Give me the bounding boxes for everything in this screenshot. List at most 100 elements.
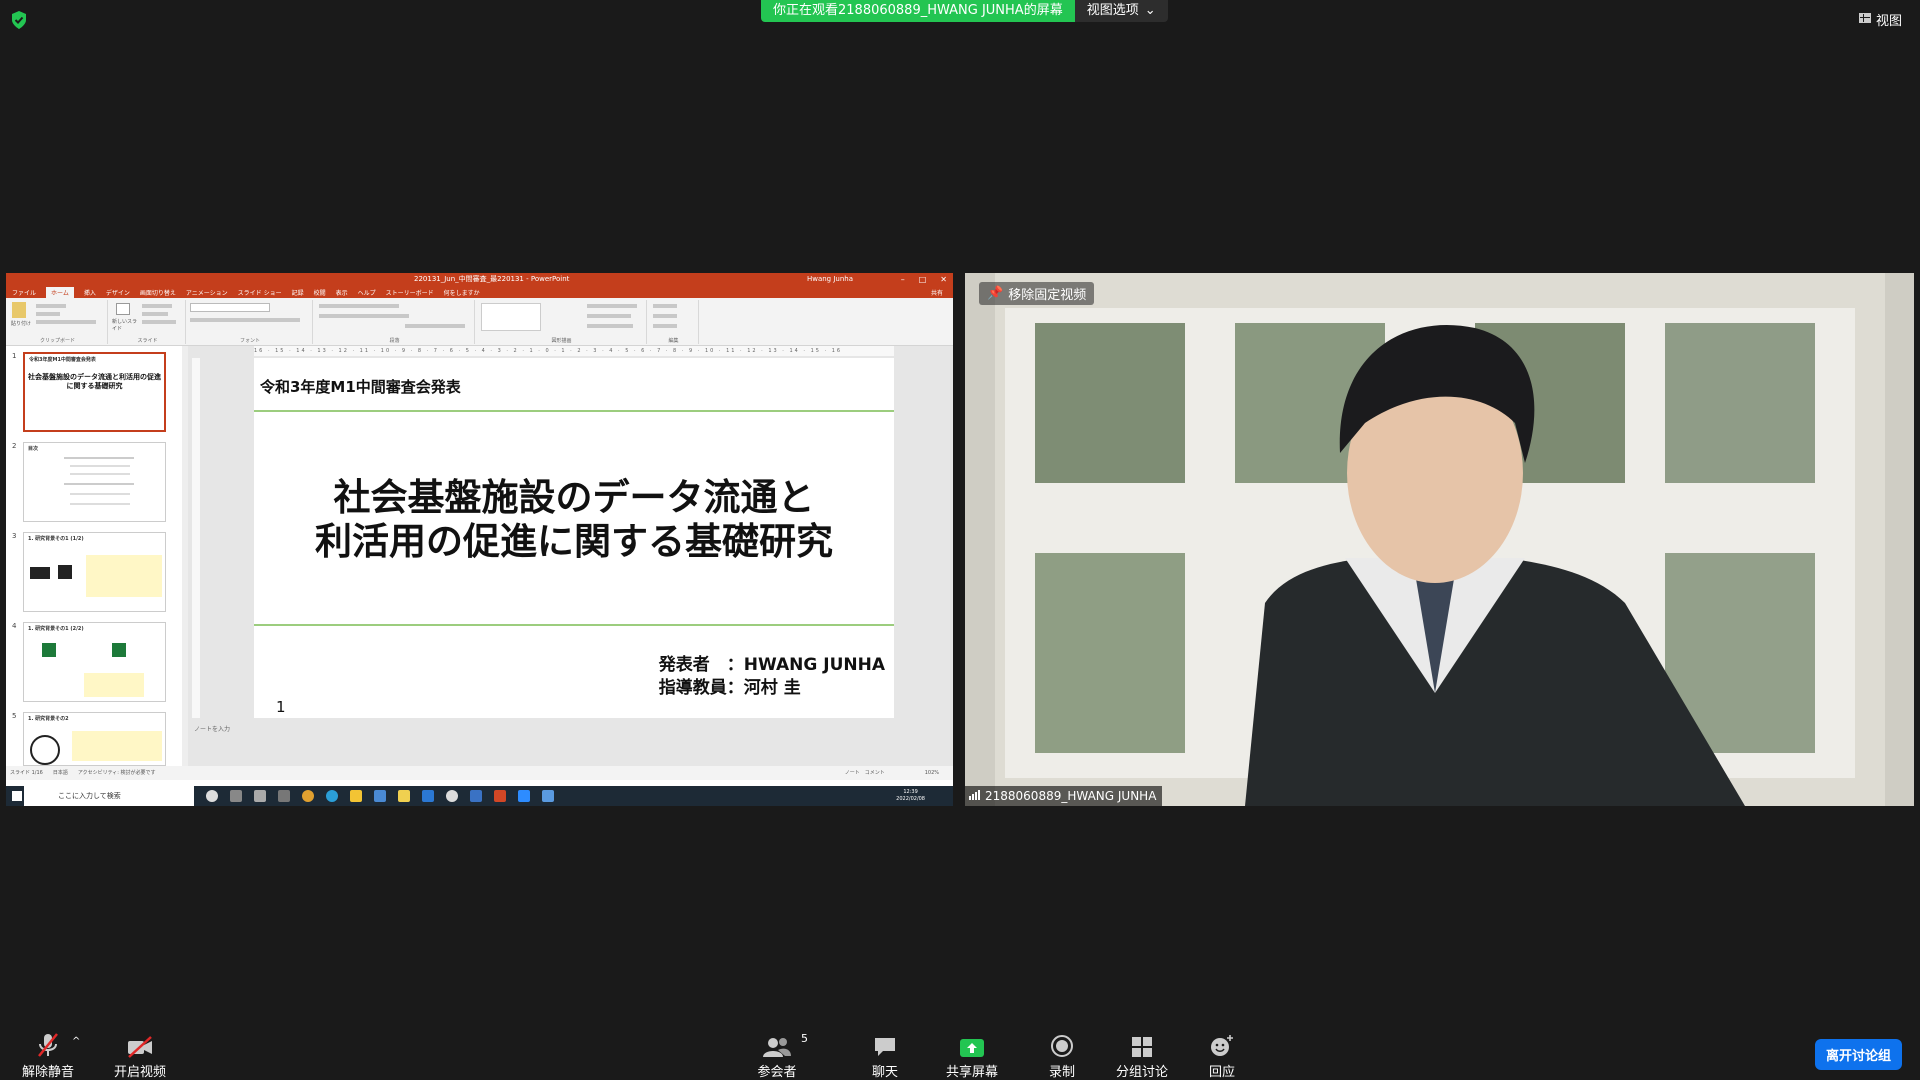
shared-screen[interactable]: 220131_Jun_中間審査_最220131 - PowerPoint Hwa…: [6, 273, 953, 806]
tab-home[interactable]: ホーム: [46, 286, 74, 298]
thumbnail-number: 5: [12, 712, 17, 720]
share-screen-button[interactable]: 共享屏幕: [942, 1032, 1002, 1080]
app-icon[interactable]: [542, 790, 554, 802]
slide-thumbnail-2[interactable]: 目次: [23, 442, 166, 522]
cortana-icon[interactable]: [206, 790, 218, 802]
tab-design[interactable]: デザイン: [106, 288, 130, 297]
record-icon: [1037, 1032, 1087, 1058]
new-slide-icon[interactable]: [116, 303, 130, 315]
windows-start-icon[interactable]: [12, 791, 22, 801]
thumbnail-scrollbar[interactable]: [182, 346, 188, 766]
taskbar-search-input[interactable]: ここに入力して検索: [24, 786, 194, 806]
mail-icon[interactable]: [422, 790, 434, 802]
pin-icon: 📌: [987, 286, 1004, 301]
slide-header: 令和3年度M1中間審査会発表: [260, 378, 461, 396]
video-off-icon: [110, 1032, 170, 1058]
tab-file[interactable]: ファイル: [12, 288, 36, 297]
ppt-user: Hwang Junha: [806, 275, 853, 283]
tab-insert[interactable]: 挿入: [84, 288, 96, 297]
sharing-banner: 你正在观看2188060889_HWANG JUNHA的屏幕 视图选项 ⌄: [761, 0, 1168, 22]
tab-view[interactable]: 表示: [336, 288, 348, 297]
view-options-button[interactable]: 视图选项 ⌄: [1074, 0, 1168, 22]
page-number: 1: [276, 698, 286, 716]
ppt-workspace: 1 令和3年度M1中間審査会発表 社会基盤施設のデータ流通と利活用の促進に関する…: [6, 346, 953, 766]
breakout-rooms-button[interactable]: 分组讨论: [1112, 1032, 1172, 1080]
terminal-icon[interactable]: [278, 790, 290, 802]
ribbon-label-font: フォント: [239, 338, 260, 344]
audio-options-button[interactable]: ^: [72, 1036, 80, 1047]
minimize-icon[interactable]: –: [901, 273, 905, 286]
globe-icon: [30, 735, 60, 765]
slide-thumbnail-5[interactable]: 1. 研究背景その2: [23, 712, 166, 766]
slide-title-line-1: 社会基盤施設のデータ流通と: [333, 476, 815, 519]
edge-icon[interactable]: [326, 790, 338, 802]
task-view-icon[interactable]: [230, 790, 242, 802]
app-icon[interactable]: [374, 790, 386, 802]
slide-thumbnail-pane: 1 令和3年度M1中間審査会発表 社会基盤施設のデータ流通と利活用の促進に関する…: [6, 346, 184, 766]
taskbar-clock: 12:39 2022/02/08: [896, 789, 925, 803]
chat-button[interactable]: 聊天: [860, 1032, 910, 1080]
tab-storyboard[interactable]: ストーリーボード: [386, 288, 434, 297]
reactions-label: 回应: [1208, 1065, 1235, 1080]
tab-help[interactable]: ヘルプ: [358, 288, 376, 297]
ribbon-label-editing: 編集: [668, 338, 679, 344]
thumbnail-number: 1: [12, 352, 17, 360]
participant-name-tag: 2188060889_HWANG JUNHA: [965, 786, 1163, 806]
ribbon-group-editing: 編集: [649, 300, 699, 344]
slide-canvas[interactable]: 令和3年度M1中間審査会発表 社会基盤施設のデータ流通と 利活用の促進に関する基…: [254, 358, 894, 718]
participants-button[interactable]: 5 参会者: [752, 1032, 808, 1080]
close-icon[interactable]: ✕: [940, 273, 947, 286]
thumbnail-title: 1. 研究背景その1 (2/2): [28, 626, 84, 632]
tab-review[interactable]: 校閲: [314, 288, 326, 297]
leave-breakout-button[interactable]: 离开讨论组: [1814, 1039, 1902, 1070]
tab-transitions[interactable]: 画面切り替え: [140, 288, 176, 297]
maximize-icon[interactable]: □: [919, 273, 927, 286]
reactions-button[interactable]: 回应: [1197, 1032, 1247, 1080]
tab-animations[interactable]: アニメーション: [186, 288, 228, 297]
share-button[interactable]: 共有: [931, 288, 943, 297]
settings-icon[interactable]: [254, 790, 266, 802]
clock-time: 12:39: [903, 789, 918, 795]
record-button[interactable]: 录制: [1037, 1032, 1087, 1080]
ribbon-group-drawing: 図形描画: [477, 300, 647, 344]
window-controls: – □ ✕: [901, 273, 947, 286]
zoom-window: 你正在观看2188060889_HWANG JUNHA的屏幕 视图选项 ⌄ 视图…: [0, 0, 1920, 1080]
unpin-video-button[interactable]: 📌 移除固定视频: [979, 282, 1095, 305]
explorer-icon[interactable]: [398, 790, 410, 802]
tell-me-box[interactable]: 何をしますか: [444, 288, 480, 297]
view-options-label: 视图选项: [1086, 3, 1139, 18]
start-video-button[interactable]: 开启视频: [110, 1032, 170, 1080]
view-button[interactable]: 视图: [1858, 10, 1902, 29]
new-slide-label: 新しいスライド: [112, 319, 138, 332]
browser-icon[interactable]: [446, 790, 458, 802]
slide-thumbnail-4[interactable]: 1. 研究背景その1 (2/2): [23, 622, 166, 702]
tab-slideshow[interactable]: スライド ショー: [238, 288, 282, 297]
ribbon-label-slides: スライド: [137, 338, 158, 344]
chrome-icon[interactable]: [302, 790, 314, 802]
paste-label: 貼り付け: [11, 321, 32, 327]
security-shield-icon[interactable]: [10, 10, 28, 30]
participant-count: 5: [801, 1032, 808, 1045]
zoom-icon[interactable]: [518, 790, 530, 802]
powerpoint-icon[interactable]: [494, 790, 506, 802]
calendar-icon[interactable]: [470, 790, 482, 802]
participants-label: 参会者: [757, 1065, 797, 1080]
slide-thumbnail-3[interactable]: 1. 研究背景その1 (1/2): [23, 532, 166, 612]
ribbon-label-drawing: 図形描画: [551, 338, 572, 344]
ribbon-label-paragraph: 段落: [389, 338, 400, 344]
slide-title: 社会基盤施設のデータ流通と 利活用の促進に関する基礎研究: [254, 476, 894, 564]
notes-input[interactable]: ノートを入力: [194, 724, 230, 733]
breakout-rooms-label: 分组讨论: [1115, 1065, 1168, 1080]
unmute-button[interactable]: 解除静音: [18, 1032, 78, 1080]
paste-icon[interactable]: [12, 302, 26, 318]
ppt-titlebar: 220131_Jun_中間審査_最220131 - PowerPoint Hwa…: [6, 273, 953, 286]
ribbon-group-font: フォント: [188, 300, 313, 344]
unmute-label: 解除静音: [21, 1065, 74, 1080]
folder-icon[interactable]: [350, 790, 362, 802]
participant-video[interactable]: 📌 移除固定视频 2188060889_HWANG JUNHA: [965, 273, 1914, 806]
tab-record[interactable]: 記録: [292, 288, 304, 297]
slide-thumbnail-1[interactable]: 令和3年度M1中間審査会発表 社会基盤施設のデータ流通と利活用の促進に関する基礎…: [23, 352, 166, 432]
font-name-input[interactable]: [190, 303, 270, 312]
slide-title-line-2: 利活用の促進に関する基礎研究: [315, 520, 833, 563]
shapes-gallery[interactable]: [481, 303, 541, 331]
